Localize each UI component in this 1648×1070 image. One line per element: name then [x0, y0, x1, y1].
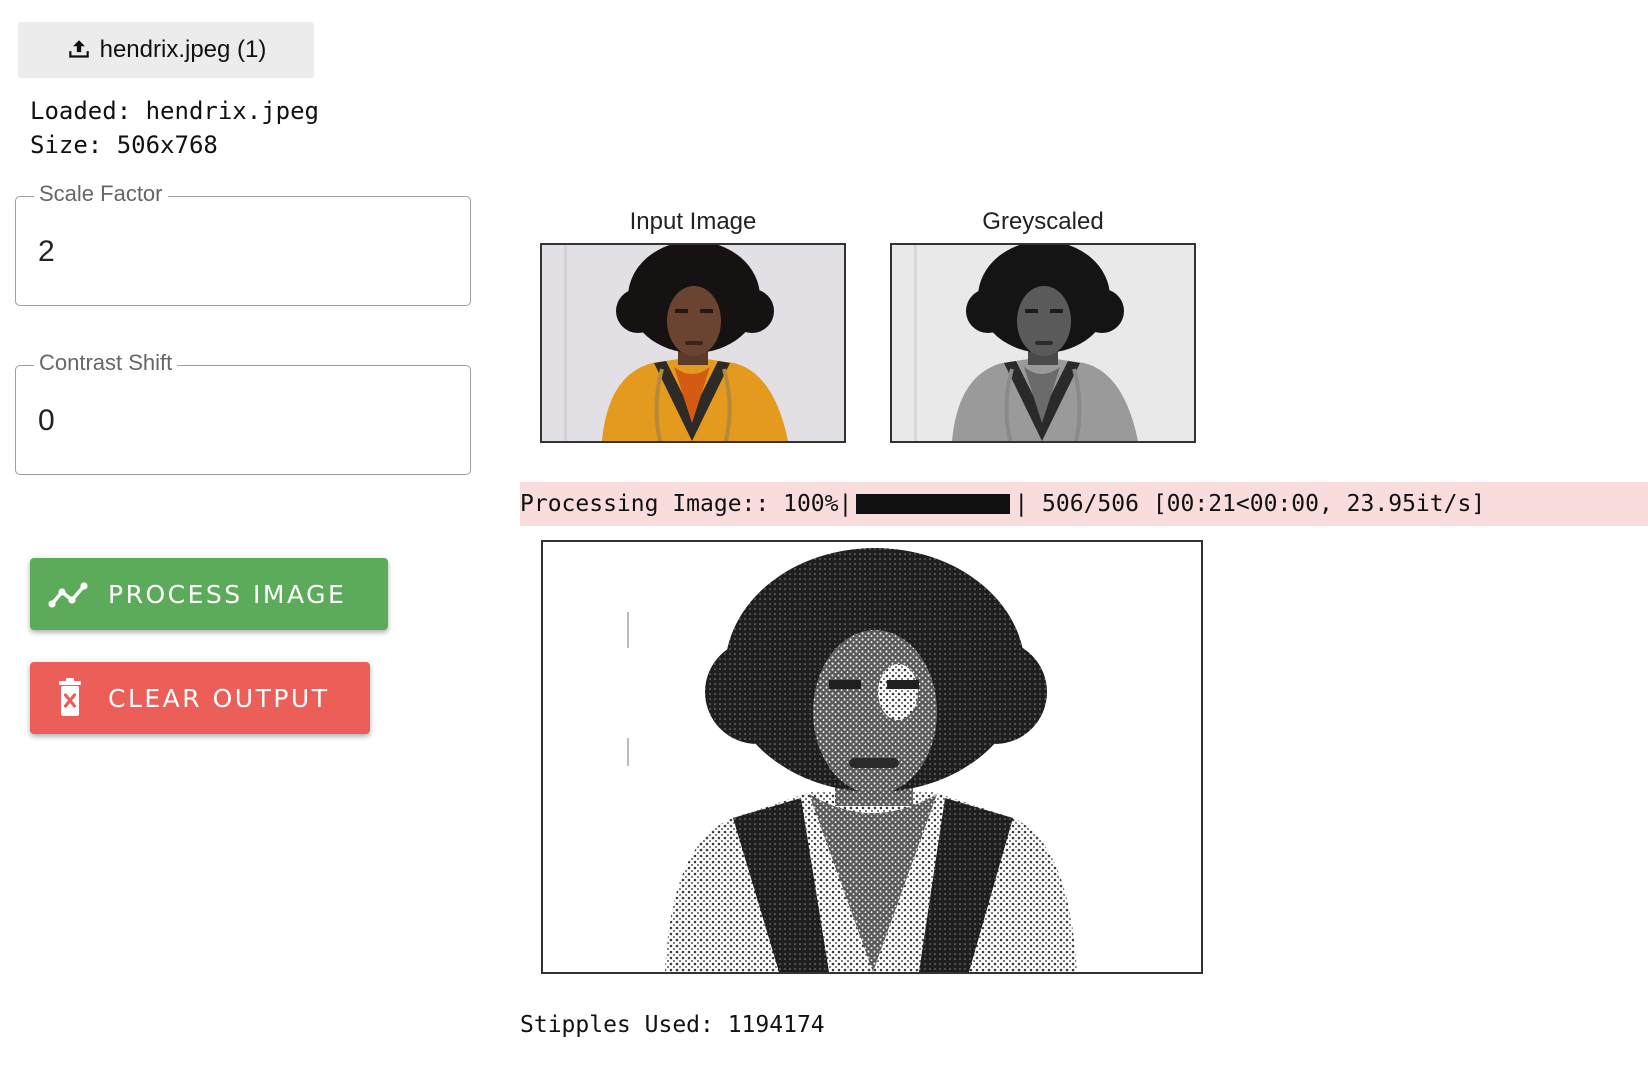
contrast-shift-label: Contrast Shift: [34, 350, 178, 376]
process-image-label: PROCESS IMAGE: [108, 579, 347, 609]
clear-output-label: CLEAR OUTPUT: [108, 683, 330, 713]
greyscaled-plot: [890, 243, 1196, 443]
contrast-shift-input[interactable]: [38, 398, 438, 444]
progress-suffix: | 506/506 [00:21<00:00, 23.95it/s]: [1014, 491, 1486, 517]
upload-icon: [68, 40, 89, 58]
stipples-used-text: Stipples Used: 1194174: [520, 1012, 825, 1038]
upload-file-label: hendrix.jpeg (1): [99, 36, 267, 63]
progress-prefix: Processing Image:: 100%|: [520, 491, 853, 517]
scale-factor-input[interactable]: [38, 229, 438, 275]
process-image-button[interactable]: PROCESS IMAGE: [30, 558, 388, 630]
clear-output-button[interactable]: CLEAR OUTPUT: [30, 662, 370, 734]
input-image-title: Input Image: [629, 208, 757, 235]
scale-factor-field: Scale Factor: [15, 181, 471, 306]
stipple-output-image: [543, 542, 1201, 972]
progress-output: Processing Image:: 100%| | 506/506 [00:21…: [520, 482, 1648, 526]
upload-file-button[interactable]: hendrix.jpeg (1): [18, 22, 314, 78]
input-image-plot: [540, 243, 846, 443]
contrast-shift-field: Contrast Shift: [15, 350, 471, 475]
scale-factor-label: Scale Factor: [34, 181, 168, 207]
progress-bar: [856, 494, 1011, 514]
greyscaled-title: Greyscaled: [982, 208, 1104, 235]
chart-line-icon: [48, 582, 88, 608]
trash-icon: [59, 678, 81, 716]
loaded-filename-text: Loaded: hendrix.jpeg: [30, 97, 319, 125]
greyscaled-photo: [892, 245, 1194, 441]
loaded-info: Loaded: hendrix.jpeg Size: 506x768: [30, 94, 319, 162]
stipple-output-plot: [541, 540, 1203, 974]
image-size-text: Size: 506x768: [30, 131, 218, 159]
input-image-photo: [542, 245, 844, 441]
